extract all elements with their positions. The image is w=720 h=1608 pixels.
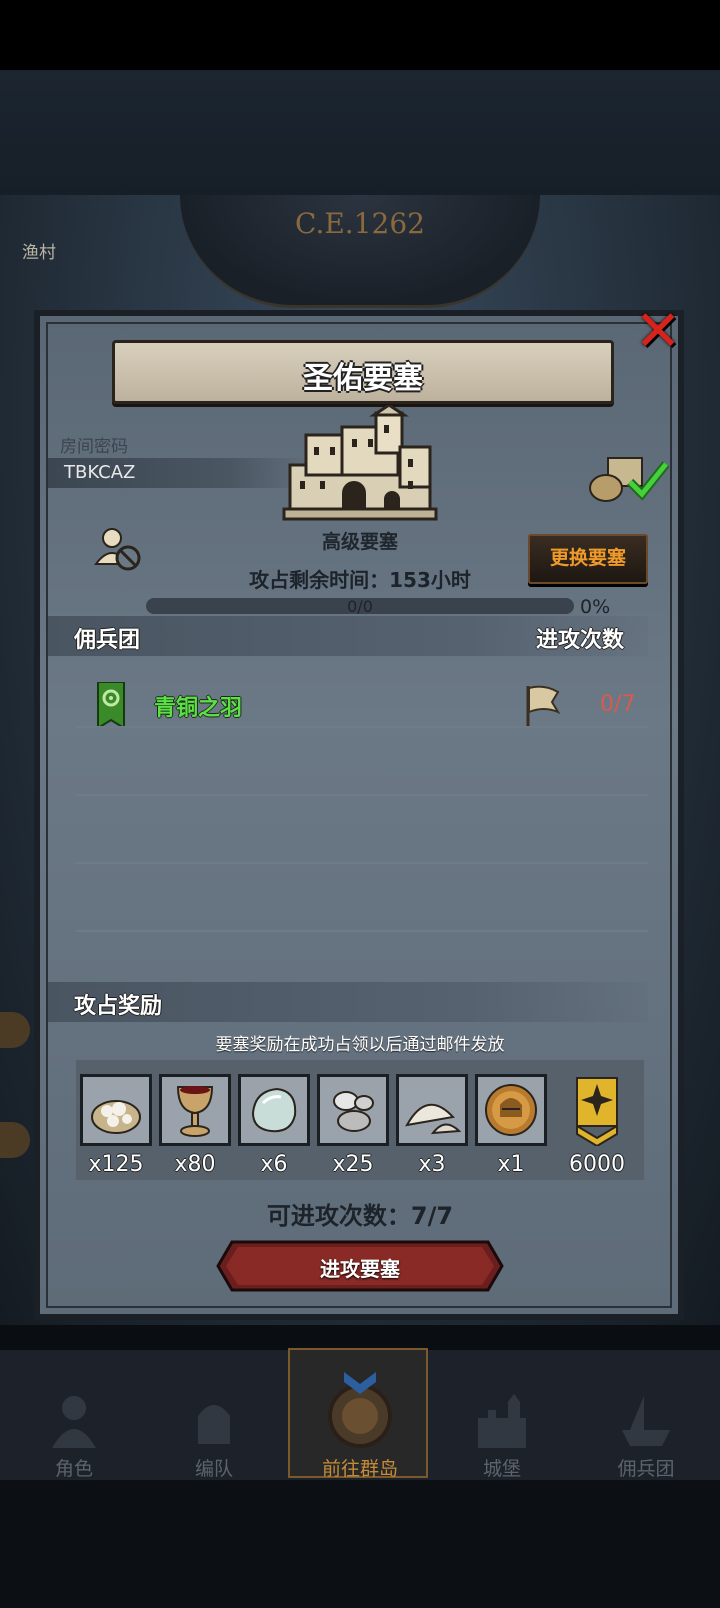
- attack-flag-icon: [526, 685, 561, 728]
- nav-label-islands: 前往群岛: [321, 1458, 398, 1480]
- attacks-remaining: 可进攻次数：7/7: [266, 1202, 454, 1230]
- silver-ore-icon: [333, 1091, 374, 1132]
- castle-icon: [478, 1394, 526, 1448]
- progress-percent: 0%: [580, 596, 611, 618]
- compass-icon: [328, 1372, 392, 1448]
- nav-label-guild: 佣兵团: [617, 1458, 675, 1480]
- goblet-icon: [176, 1086, 214, 1137]
- honor-medal-icon[interactable]: [575, 1076, 619, 1146]
- gem-stone-icon: [251, 1087, 297, 1133]
- guild-banner-icon: [97, 682, 125, 728]
- reward-item[interactable]: [238, 1074, 310, 1146]
- member-banned-icon[interactable]: [94, 526, 144, 574]
- bottom-area: [0, 1480, 720, 1608]
- salt-pile-icon: [405, 1103, 461, 1135]
- nav-label-formation: 编队: [194, 1458, 233, 1480]
- reward-quantity: x1: [497, 1152, 525, 1177]
- flour-sack-icon: [91, 1100, 141, 1134]
- row-divider: [76, 862, 648, 864]
- reward-item[interactable]: [396, 1074, 468, 1146]
- attack-fortress-button[interactable]: 进攻要塞: [216, 1253, 504, 1282]
- fortress-level: 高级要塞: [321, 531, 398, 553]
- attacks-column-title: 进攻次数: [536, 628, 625, 653]
- title-banner: 圣佑要塞: [112, 340, 614, 404]
- nav-label-castle: 城堡: [482, 1458, 521, 1480]
- reward-quantity: x3: [418, 1152, 446, 1177]
- reward-item[interactable]: [80, 1074, 152, 1146]
- nav-label-character: 角色: [54, 1458, 93, 1480]
- reward-quantity: x6: [260, 1152, 288, 1177]
- progress-count: 0/0: [347, 597, 373, 616]
- guild-ship-icon: [622, 1396, 670, 1446]
- reward-quantity: x125: [88, 1152, 144, 1177]
- occupy-time-left: 攻占剩余时间：153小时: [249, 568, 471, 592]
- reward-item[interactable]: [159, 1074, 231, 1146]
- row-divider: [76, 794, 648, 796]
- reward-note: 要塞奖励在成功占领以后通过邮件发放: [215, 1035, 505, 1055]
- guild-attack-count: 0/7: [600, 692, 636, 717]
- character-icon: [52, 1396, 96, 1448]
- reward-quantity: x25: [332, 1152, 374, 1177]
- map-location-label: 渔村: [22, 243, 56, 263]
- dialog-title: 圣佑要塞: [303, 361, 423, 396]
- reward-item[interactable]: [475, 1074, 547, 1146]
- medal-quantity: 6000: [569, 1152, 625, 1177]
- supplies-ready-icon[interactable]: [586, 452, 670, 504]
- background-band: [0, 70, 720, 200]
- guild-column-title: 佣兵团: [74, 628, 141, 653]
- reward-item[interactable]: [317, 1074, 389, 1146]
- reward-quantity: x80: [174, 1152, 216, 1177]
- close-button[interactable]: ✕: [626, 300, 690, 364]
- knight-helmet-coin-icon: [485, 1084, 537, 1136]
- guild-name[interactable]: 青铜之羽: [154, 690, 242, 722]
- row-divider: [76, 726, 648, 728]
- date-emblem: C.E.1262: [180, 195, 540, 308]
- era-date: C.E.1262: [295, 207, 425, 240]
- formation-icon: [198, 1405, 230, 1444]
- room-code-label: 房间密码: [60, 437, 128, 457]
- room-code-value[interactable]: TBKCAZ: [64, 462, 135, 483]
- reward-section-title: 攻占奖励: [74, 994, 163, 1019]
- fortress-castle-icon: [282, 405, 438, 521]
- status-bar-area: [0, 0, 720, 70]
- row-divider: [76, 930, 648, 932]
